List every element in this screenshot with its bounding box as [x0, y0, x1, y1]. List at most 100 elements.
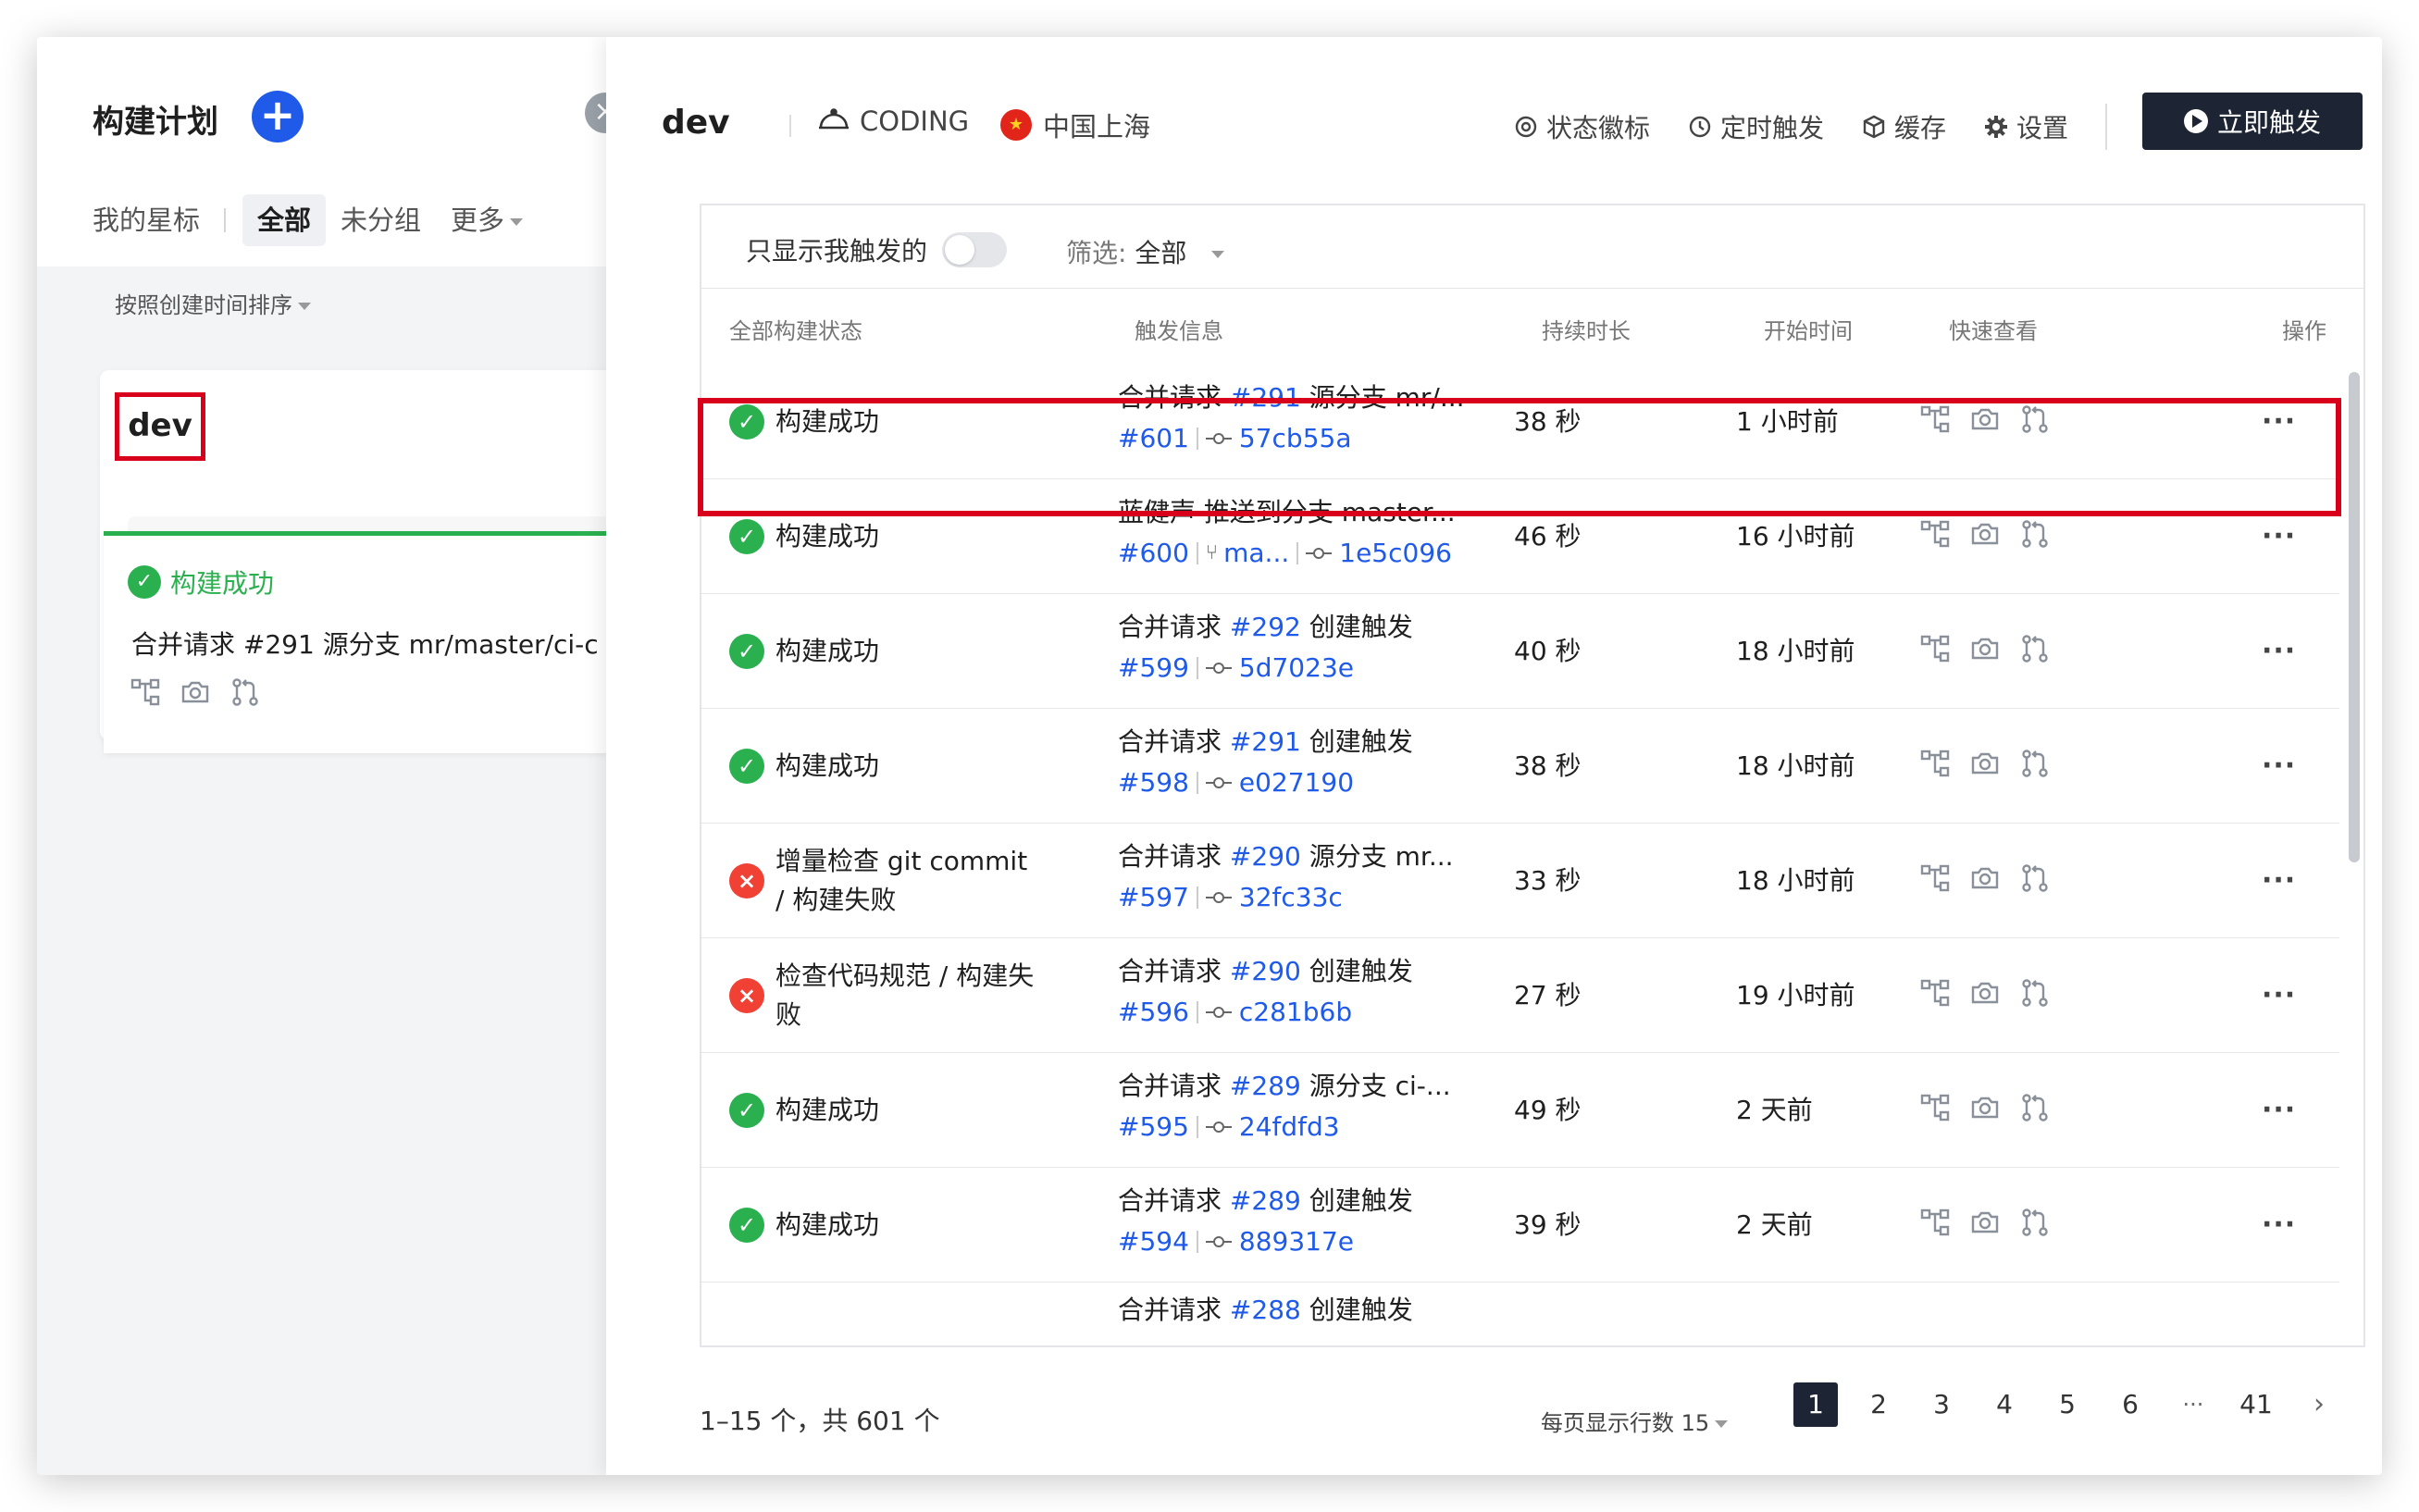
table-row[interactable]: ✓ 构建成功 蓝健声 推送到分支 master... #600 ⑂ ma... 1e5c09…	[701, 479, 2339, 594]
trigger-ref-link[interactable]: #291	[1230, 382, 1301, 413]
camera-icon[interactable]	[1969, 633, 2001, 664]
tab-more[interactable]: 更多	[436, 194, 538, 246]
page-button[interactable]: 6	[2108, 1382, 2152, 1427]
build-number-link[interactable]: #601	[1118, 418, 1189, 459]
merge-request-icon[interactable]	[2019, 977, 2051, 1009]
table-row[interactable]: × 增量检查 git commit / 构建失败 合并请求 #290 源分支 mr.…	[701, 824, 2339, 938]
camera-icon[interactable]	[1969, 1207, 2001, 1238]
merge-request-icon[interactable]	[229, 676, 261, 708]
commit-link[interactable]: 5d7023e	[1239, 648, 1354, 688]
more-actions-button[interactable]: ···	[2262, 938, 2296, 1053]
table-row[interactable]: ✓ 构建成功 合并请求 #289 创建触发 #594 889317e 39 秒2 天前 ··…	[701, 1168, 2339, 1283]
commit-link[interactable]: 32fc33c	[1239, 877, 1343, 918]
camera-icon[interactable]	[180, 676, 211, 708]
table-row[interactable]: ✓ 构建成功 合并请求 #291 源分支 mr/... #601 57cb55a 38 秒…	[701, 365, 2339, 479]
partial-trigger-ref[interactable]: #288	[1230, 1295, 1301, 1325]
camera-icon[interactable]	[1969, 748, 2001, 779]
build-number-link[interactable]: #597	[1118, 877, 1189, 918]
trigger-prefix: 合并请求	[1118, 956, 1222, 986]
merge-request-icon[interactable]	[2019, 403, 2051, 435]
page-button[interactable]: 2	[1856, 1382, 1901, 1427]
more-actions-button[interactable]: ···	[2262, 365, 2296, 479]
merge-request-icon[interactable]	[2019, 518, 2051, 550]
camera-icon[interactable]	[1969, 862, 2001, 894]
commit-link[interactable]: 24fdfd3	[1239, 1107, 1340, 1147]
camera-icon[interactable]	[1969, 518, 2001, 550]
merge-request-icon[interactable]	[2019, 633, 2051, 664]
more-actions-button[interactable]: ···	[2262, 594, 2296, 709]
more-actions-button[interactable]: ···	[2262, 479, 2296, 594]
repo-link[interactable]: CODING	[817, 105, 969, 137]
add-build-plan-button[interactable]: +	[252, 91, 304, 143]
merge-request-icon[interactable]	[2019, 1092, 2051, 1123]
status-badge-button[interactable]: 状态徽标	[1513, 108, 1650, 145]
trigger-now-button[interactable]: 立即触发	[2142, 93, 2363, 150]
table-row[interactable]: × 检查代码规范 / 构建失败 合并请求 #290 创建触发 #596 c281b6b 2…	[701, 938, 2339, 1053]
latest-build-card[interactable]: ✓ 构建成功 合并请求 #291 源分支 mr/master/ci-c	[104, 531, 640, 753]
page-button[interactable]: 1	[1793, 1382, 1838, 1427]
trigger-ref-link[interactable]: #290	[1230, 956, 1301, 986]
status-filter-dropdown[interactable]: 筛选: 全部	[1066, 233, 1225, 270]
check-circle-icon: ✓	[128, 565, 161, 599]
build-number-link[interactable]: #599	[1118, 648, 1189, 688]
tab-all[interactable]: 全部	[242, 194, 327, 246]
pipeline-icon[interactable]	[1919, 403, 1951, 435]
commit-link[interactable]: 57cb55a	[1239, 418, 1352, 459]
cache-button[interactable]: 缓存	[1861, 108, 1946, 145]
quick-view-icons	[1919, 977, 2051, 1009]
rows-per-page-dropdown[interactable]: 每页显示行数 15	[1541, 1405, 1729, 1437]
page-button[interactable]: 4	[1982, 1382, 2027, 1427]
build-number-link[interactable]: #598	[1118, 762, 1189, 803]
more-actions-button[interactable]: ···	[2262, 1053, 2296, 1168]
tab-ungrouped[interactable]: 未分组	[326, 194, 436, 246]
camera-icon[interactable]	[1969, 1092, 2001, 1123]
page-button[interactable]: 41	[2234, 1382, 2278, 1427]
more-actions-button[interactable]: ···	[2262, 824, 2296, 938]
camera-icon[interactable]	[1969, 977, 2001, 1009]
scheduled-trigger-button[interactable]: 定时触发	[1687, 108, 1824, 145]
merge-request-icon[interactable]	[2019, 748, 2051, 779]
pipeline-icon[interactable]	[1919, 1207, 1951, 1238]
table-row[interactable]: ✓ 构建成功 合并请求 #291 创建触发 #598 e027190 38 秒 18 小时前…	[701, 709, 2339, 824]
pipeline-icon[interactable]	[130, 676, 161, 708]
tab-starred[interactable]: 我的星标	[93, 194, 215, 246]
sort-dropdown[interactable]: 按照创建时间排序	[115, 287, 311, 319]
pipeline-icon[interactable]	[1919, 748, 1951, 779]
build-duration: 27 秒	[1514, 980, 1582, 1010]
build-number-link[interactable]: #594	[1118, 1221, 1189, 1262]
more-actions-button[interactable]: ···	[2262, 709, 2296, 824]
table-row[interactable]: ✓ 构建成功 合并请求 #289 源分支 ci-... #595 24fdfd3 49 秒…	[701, 1053, 2339, 1168]
build-number-link[interactable]: #596	[1118, 992, 1189, 1033]
page-button[interactable]: 3	[1919, 1382, 1964, 1427]
mine-only-toggle[interactable]	[942, 232, 1008, 267]
trigger-ref-link[interactable]: #290	[1230, 841, 1301, 872]
chevron-right-icon[interactable]: ›	[2297, 1382, 2341, 1427]
camera-icon[interactable]	[1969, 403, 2001, 435]
pipeline-icon[interactable]	[1919, 633, 1951, 664]
commit-link[interactable]: 889317e	[1239, 1221, 1354, 1262]
commit-link[interactable]: 1e5c096	[1339, 533, 1452, 574]
merge-request-icon[interactable]	[2019, 1207, 2051, 1238]
table-scrollbar[interactable]	[2349, 372, 2360, 862]
trigger-ref-link[interactable]: #289	[1230, 1185, 1301, 1216]
build-number-link[interactable]: #600	[1118, 533, 1189, 574]
table-row[interactable]: ✓ 构建成功 合并请求 #292 创建触发 #599 5d7023e 40 秒 18 小时前…	[701, 594, 2339, 709]
pipeline-icon[interactable]	[1919, 862, 1951, 894]
build-duration: 39 秒	[1514, 1209, 1582, 1240]
trigger-ref-link[interactable]: #291	[1230, 726, 1301, 757]
build-number-link[interactable]: #595	[1118, 1107, 1189, 1147]
branch-link[interactable]: ma...	[1223, 533, 1289, 574]
pipeline-icon[interactable]	[1919, 1092, 1951, 1123]
merge-request-icon[interactable]	[2019, 862, 2051, 894]
commit-link[interactable]: e027190	[1239, 762, 1354, 803]
trigger-ref-link[interactable]: #289	[1230, 1071, 1301, 1101]
more-actions-button[interactable]: ···	[2262, 1168, 2296, 1283]
chevron-down-icon	[1715, 1420, 1729, 1428]
page-button[interactable]: 5	[2045, 1382, 2090, 1427]
pipeline-icon[interactable]	[1919, 977, 1951, 1009]
commit-link[interactable]: c281b6b	[1239, 992, 1352, 1033]
pipeline-icon[interactable]	[1919, 518, 1951, 550]
trigger-ref-link[interactable]: #292	[1230, 612, 1301, 642]
settings-button[interactable]: 设置	[1983, 108, 2068, 145]
col-status[interactable]: 全部构建状态	[729, 313, 862, 345]
